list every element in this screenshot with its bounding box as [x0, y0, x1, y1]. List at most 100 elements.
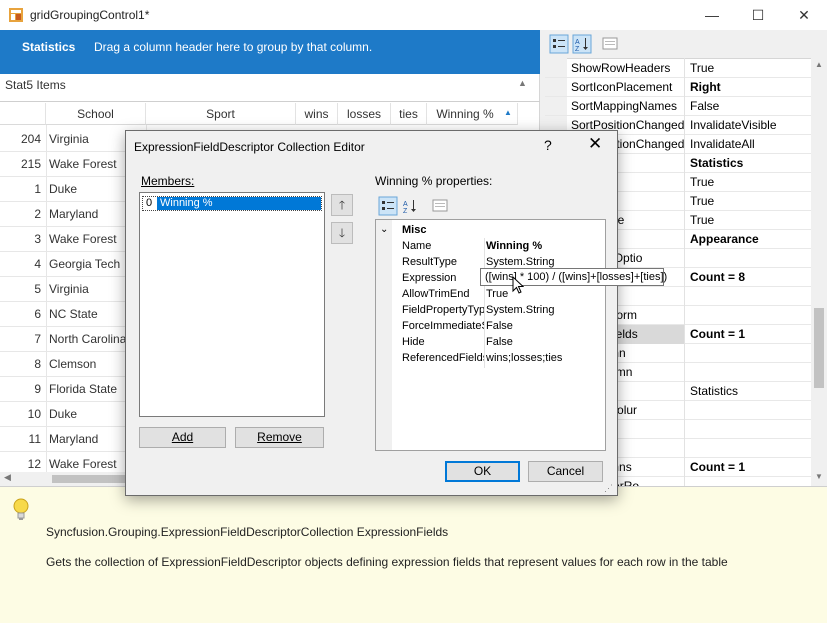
property-value[interactable]: Right: [688, 78, 810, 97]
row-number: 3: [34, 232, 41, 246]
collapse-icon[interactable]: ▲: [518, 78, 527, 88]
property-row[interactable]: ReferencedFields wins;losses;ties: [376, 350, 605, 366]
help-button[interactable]: ?: [544, 137, 552, 153]
school-cell[interactable]: Virginia: [49, 277, 89, 302]
svg-text:A: A: [403, 201, 408, 208]
property-grid-splitter[interactable]: [684, 58, 685, 486]
row-number: 6: [34, 307, 41, 321]
resize-grip-icon[interactable]: ⋰: [604, 483, 613, 494]
properties-label: Winning % properties:: [375, 174, 493, 188]
school-cell[interactable]: Wake Forest: [49, 227, 117, 252]
scroll-up-icon[interactable]: ▲: [815, 60, 823, 69]
school-cell[interactable]: Virginia: [49, 127, 89, 152]
categorized-icon[interactable]: [549, 34, 569, 54]
app-icon: [9, 8, 23, 22]
maximize-button[interactable]: ☐: [735, 0, 781, 30]
school-cell[interactable]: Maryland: [49, 427, 98, 452]
column-header-school[interactable]: School: [46, 103, 146, 125]
property-value[interactable]: True: [688, 192, 810, 211]
add-button[interactable]: Add: [139, 427, 226, 448]
property-row[interactable]: SortIconPlacement Right: [545, 78, 811, 97]
dialog-close-button[interactable]: ✕: [588, 134, 602, 154]
property-value[interactable]: InvalidateVisible: [688, 116, 810, 135]
scroll-left-icon[interactable]: ◀: [4, 472, 11, 483]
row-number: 5: [34, 282, 41, 296]
list-item[interactable]: 0 Winning %: [142, 196, 322, 211]
school-cell[interactable]: Clemson: [49, 352, 96, 377]
property-value[interactable]: Statistics: [688, 382, 810, 401]
move-up-button[interactable]: 🡑: [331, 194, 353, 216]
property-value[interactable]: InvalidateAll: [688, 135, 810, 154]
alphabetical-icon[interactable]: A Z: [401, 196, 421, 216]
property-value[interactable]: True: [688, 173, 810, 192]
group-area-hint: Drag a column header here to group by th…: [94, 40, 373, 54]
chevron-down-icon[interactable]: ⌄: [380, 222, 388, 238]
property-pages-icon[interactable]: [600, 34, 620, 54]
column-header-losses[interactable]: losses: [338, 103, 391, 125]
property-name: ShowRowHeaders: [571, 61, 671, 75]
property-row[interactable]: ShowRowHeaders True: [545, 59, 811, 78]
expression-tooltip: ([wins] * 100) / ([wins]+[losses]+[ties]…: [480, 268, 667, 286]
move-down-button[interactable]: 🡓: [331, 222, 353, 244]
column-header-ties[interactable]: ties: [391, 103, 427, 125]
alphabetical-icon[interactable]: A Z: [572, 34, 592, 54]
property-name: SortIconPlacement: [571, 80, 673, 94]
group-drop-area[interactable]: Statistics Drag a column header here to …: [0, 30, 540, 74]
property-value[interactable]: Appearance: [688, 230, 810, 249]
scroll-thumb[interactable]: [814, 308, 824, 388]
property-value[interactable]: Statistics: [688, 154, 810, 173]
school-cell[interactable]: Duke: [49, 177, 77, 202]
property-row[interactable]: AllowTrimEnd True: [376, 286, 605, 302]
help-description: Gets the collection of ExpressionFieldDe…: [46, 555, 728, 569]
members-list[interactable]: 0 Winning %: [139, 192, 325, 417]
cancel-button[interactable]: Cancel: [528, 461, 603, 482]
property-value[interactable]: System.String: [486, 302, 604, 318]
property-row[interactable]: ForceImmediateS False: [376, 318, 605, 334]
members-label: Members:: [141, 174, 195, 188]
row-number: 2: [34, 207, 41, 221]
school-cell[interactable]: Florida State: [49, 377, 117, 402]
property-row[interactable]: FieldPropertyTyp System.String: [376, 302, 605, 318]
category-row[interactable]: ⌄ Misc: [376, 222, 605, 238]
remove-button[interactable]: Remove: [235, 427, 324, 448]
property-value[interactable]: Count = 8: [688, 268, 810, 287]
minimize-button[interactable]: —: [689, 0, 735, 30]
property-value[interactable]: True: [486, 286, 604, 302]
ok-button[interactable]: OK: [445, 461, 520, 482]
property-value[interactable]: Count = 1: [688, 458, 810, 477]
row-header-corner[interactable]: [0, 103, 46, 125]
school-cell[interactable]: Maryland: [49, 202, 98, 227]
property-value[interactable]: Count = 1: [688, 325, 810, 344]
column-header-sport[interactable]: Sport: [146, 103, 296, 125]
property-value[interactable]: wins;losses;ties: [486, 350, 604, 366]
dialog-title: ExpressionFieldDescriptor Collection Edi…: [134, 140, 365, 154]
property-value[interactable]: False: [486, 318, 604, 334]
school-cell[interactable]: North Carolina: [49, 327, 126, 352]
property-grid-splitter[interactable]: [484, 238, 485, 368]
school-cell[interactable]: Duke: [49, 402, 77, 427]
category-label: Misc: [402, 224, 427, 236]
property-value[interactable]: True: [688, 211, 810, 230]
property-pages-icon[interactable]: [430, 196, 450, 216]
property-row[interactable]: Name Winning %: [376, 238, 605, 254]
member-property-grid[interactable]: ⌄ Misc Name Winning % ResultType System.Str…: [375, 219, 606, 451]
school-cell[interactable]: NC State: [49, 302, 98, 327]
school-cell[interactable]: Wake Forest: [49, 152, 117, 177]
property-row[interactable]: Hide False: [376, 334, 605, 350]
property-value[interactable]: False: [486, 334, 604, 350]
property-value[interactable]: False: [688, 97, 810, 116]
school-cell[interactable]: Georgia Tech: [49, 252, 120, 277]
group-area-label: Statistics: [22, 40, 76, 54]
categorized-icon[interactable]: [378, 196, 398, 216]
property-row[interactable]: SortMappingNames False: [545, 97, 811, 116]
row-number: 215: [20, 157, 41, 171]
help-title: Syncfusion.Grouping.ExpressionFieldDescr…: [46, 525, 449, 539]
property-value[interactable]: True: [688, 59, 810, 78]
scroll-down-icon[interactable]: ▼: [815, 472, 823, 481]
property-grid-scrollbar[interactable]: ▲ ▼: [811, 58, 827, 486]
close-button[interactable]: ✕: [781, 0, 827, 30]
property-value[interactable]: Winning %: [486, 238, 604, 254]
svg-text:Z: Z: [575, 46, 580, 53]
row-number: 10: [27, 407, 41, 421]
column-header-wins[interactable]: wins: [296, 103, 338, 125]
